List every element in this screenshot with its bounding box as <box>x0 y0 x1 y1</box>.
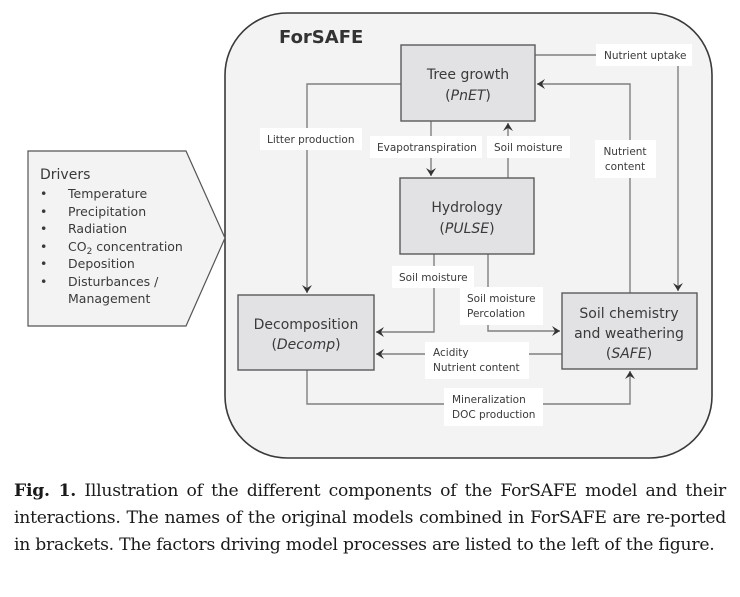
decomp-model-name: Decomp <box>277 337 335 353</box>
forsafe-diagram: ForSAFE Drivers • Temperature • Precipit… <box>27 12 713 459</box>
decomposition-label: Decomposition <box>254 317 359 333</box>
soil-moisture-safe-text: Soil moisture <box>467 293 536 305</box>
mineralization-doc-label: Mineralization DOC production <box>444 388 543 426</box>
evapotranspiration-label: Evapotranspiration <box>370 136 482 158</box>
acidity-nutrient-label: Acidity Nutrient content <box>425 342 529 379</box>
drivers-title: Drivers <box>40 167 90 183</box>
figure-caption: Fig. 1. Illustration of the different co… <box>14 478 726 559</box>
driver-bullet: • <box>40 256 47 271</box>
driver-bullet: • <box>40 239 47 254</box>
co2-suffix: concentration <box>92 239 183 254</box>
nutrient-uptake-text: Nutrient uptake <box>604 50 686 62</box>
driver-bullet: • <box>40 186 47 201</box>
driver-bullet: • <box>40 204 47 219</box>
soil-moisture-percolation-label: Soil moisture Percolation <box>460 287 543 325</box>
driver-deposition: Deposition <box>68 256 135 271</box>
mineralization-text: Mineralization <box>452 394 526 406</box>
figure-caption-text: Illustration of the different components… <box>14 481 727 555</box>
nutrient-uptake-label: Nutrient uptake <box>596 44 692 66</box>
nutrient-content-text-1: Nutrient <box>603 146 646 158</box>
nutrient-content-text-2: content <box>605 161 645 173</box>
soil-moisture-up-text: Soil moisture <box>494 142 563 154</box>
tree-growth-model: (PnET) <box>445 88 491 104</box>
doc-production-text: DOC production <box>452 409 535 421</box>
driver-precipitation: Precipitation <box>68 204 146 219</box>
driver-bullet: • <box>40 274 47 289</box>
soil-chemistry-label-line2: and weathering <box>574 326 684 342</box>
hydrology-box: Hydrology (PULSE) <box>399 177 535 255</box>
soil-chemistry-model: (SAFE) <box>606 346 652 362</box>
safe-model-name: SAFE <box>611 346 647 362</box>
hydrology-model: (PULSE) <box>439 221 494 237</box>
decomposition-box: Decomposition (Decomp) <box>237 294 375 371</box>
pnet-model-name: PnET <box>451 88 487 104</box>
driver-temperature: Temperature <box>67 186 147 201</box>
soil-chemistry-label-line1: Soil chemistry <box>579 306 678 322</box>
nutrient-content-decomp-text: Nutrient content <box>433 362 520 374</box>
tree-growth-box: Tree growth (PnET) <box>400 44 536 122</box>
evapotranspiration-text: Evapotranspiration <box>377 142 477 154</box>
driver-bullet: • <box>40 221 47 236</box>
pulse-model-name: PULSE <box>445 221 489 237</box>
drivers-panel: Drivers • Temperature • Precipitation • … <box>27 150 226 327</box>
tree-growth-label: Tree growth <box>426 67 509 83</box>
hydrology-label: Hydrology <box>431 200 502 216</box>
driver-disturbances: Disturbances / <box>68 274 159 289</box>
co2-text: CO <box>68 239 87 254</box>
litter-production-label: Litter production <box>260 128 362 150</box>
percolation-text: Percolation <box>467 308 525 320</box>
forsafe-title: ForSAFE <box>279 27 363 48</box>
driver-radiation: Radiation <box>68 221 127 236</box>
nutrient-content-label: Nutrient content <box>595 140 656 178</box>
soil-moisture-decomp-text: Soil moisture <box>399 272 468 284</box>
soil-moisture-decomp-label: Soil moisture <box>392 266 474 288</box>
soil-moisture-up-label: Soil moisture <box>487 136 570 158</box>
acidity-text: Acidity <box>433 347 469 359</box>
driver-management: Management <box>68 291 150 306</box>
figure-label: Fig. 1. <box>14 481 77 501</box>
litter-production-text: Litter production <box>267 134 355 146</box>
soil-chemistry-box: Soil chemistry and weathering (SAFE) <box>561 292 698 370</box>
decomposition-model: (Decomp) <box>271 337 340 353</box>
